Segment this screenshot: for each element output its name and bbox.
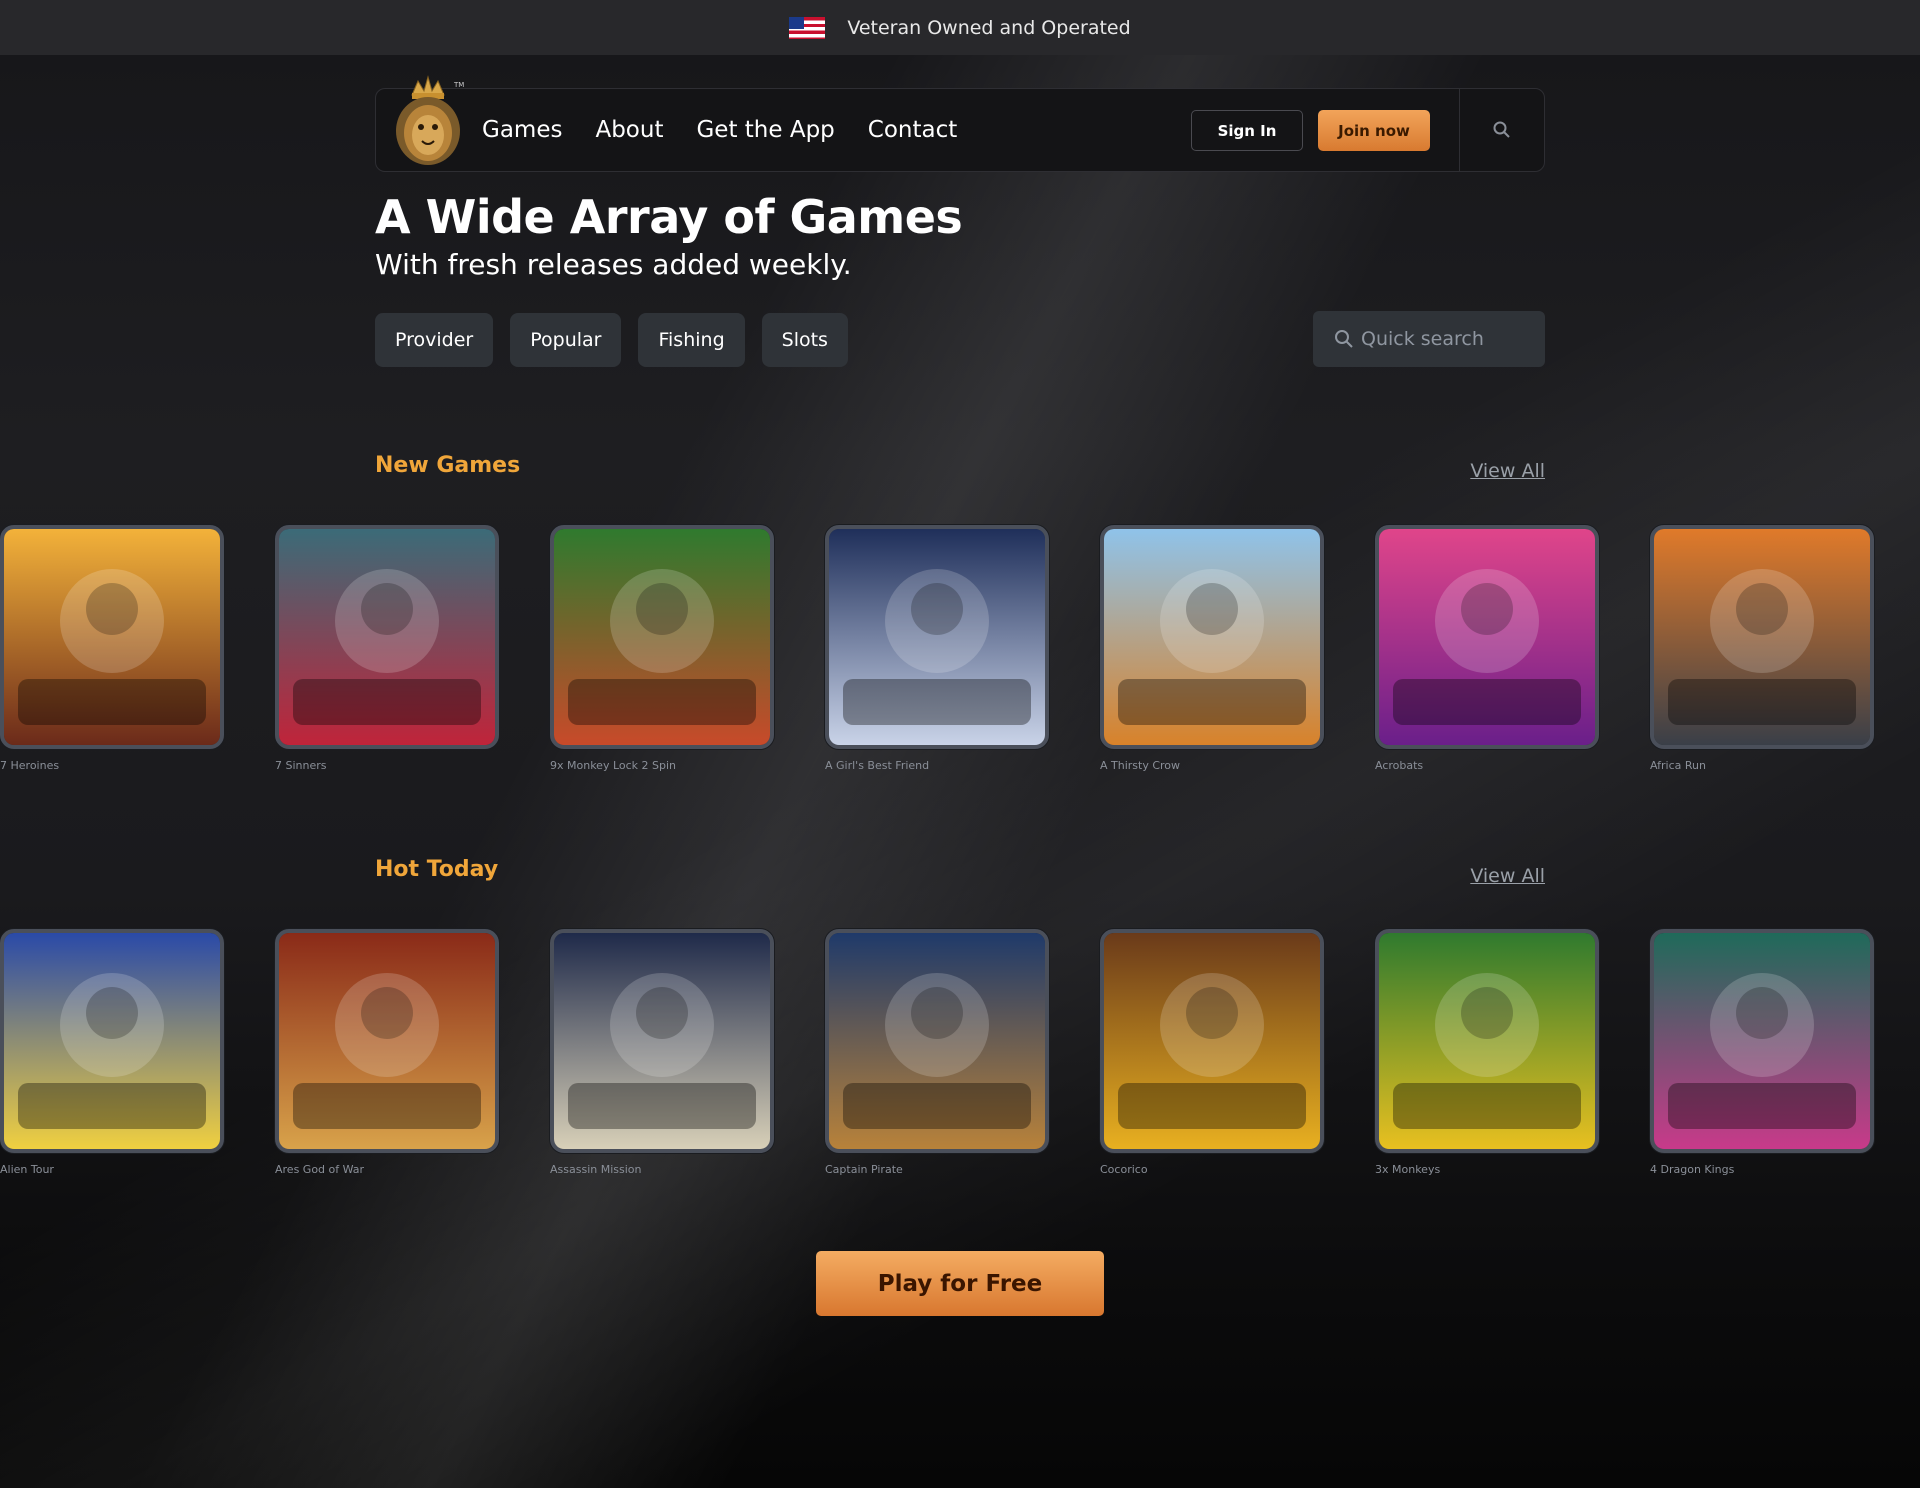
nav-links: Games About Get the App Contact	[482, 117, 957, 143]
filter-slots[interactable]: Slots	[761, 313, 848, 367]
main-nav: TM Games About Get the App Contact Sign …	[375, 75, 1545, 172]
game-thumbnail[interactable]	[1375, 929, 1599, 1153]
game-card[interactable]: A Thirsty Crow	[1100, 525, 1324, 772]
game-card[interactable]: 9x Monkey Lock 2 Spin	[550, 525, 774, 772]
game-title: 3x Monkeys	[1375, 1163, 1441, 1176]
game-title: 9x Monkey Lock 2 Spin	[550, 759, 677, 772]
game-card[interactable]: 7 Heroines	[0, 525, 224, 772]
game-title: Cocorico	[1100, 1163, 1148, 1176]
new-games-title: New Games	[375, 453, 521, 478]
game-thumbnail[interactable]	[1375, 525, 1599, 749]
nav-games[interactable]: Games	[482, 117, 562, 143]
game-thumbnail[interactable]	[1100, 525, 1324, 749]
new-games-row: 7 Heroines 7 Sinners 9x Monkey Lock 2 Spin…	[0, 525, 1920, 775]
lion-crown-logo[interactable]: TM	[388, 75, 468, 171]
game-thumbnail[interactable]	[1650, 929, 1874, 1153]
game-card[interactable]: Africa Run	[1650, 525, 1874, 772]
hot-today-view-all-link[interactable]: View All	[1470, 865, 1545, 887]
quick-search-box	[1313, 311, 1545, 367]
game-thumbnail[interactable]	[0, 525, 224, 749]
sign-in-button[interactable]: Sign In	[1191, 110, 1303, 151]
game-title: Captain Pirate	[825, 1163, 903, 1176]
game-title: 7 Sinners	[275, 759, 327, 772]
new-games-view-all-link[interactable]: View All	[1470, 460, 1545, 482]
quick-search-input[interactable]	[1361, 328, 1541, 350]
page-title: A Wide Array of Games	[375, 190, 963, 244]
join-now-button[interactable]: Join now	[1318, 110, 1430, 151]
game-thumbnail[interactable]	[825, 929, 1049, 1153]
nav-get-the-app[interactable]: Get the App	[696, 117, 834, 143]
banner-text: Veteran Owned and Operated	[847, 16, 1131, 39]
game-card[interactable]: Assassin Mission	[550, 929, 774, 1176]
filter-bar: Provider Popular Fishing Slots	[375, 313, 848, 367]
game-title: Acrobats	[1375, 759, 1424, 772]
game-title: A Girl's Best Friend	[825, 759, 930, 772]
filter-fishing[interactable]: Fishing	[638, 313, 745, 367]
game-title: 4 Dragon Kings	[1650, 1163, 1735, 1176]
filter-popular[interactable]: Popular	[510, 313, 622, 367]
game-card[interactable]: Alien Tour	[0, 929, 224, 1176]
game-thumbnail[interactable]	[0, 929, 224, 1153]
game-thumbnail[interactable]	[275, 929, 499, 1153]
game-thumbnail[interactable]	[550, 525, 774, 749]
nav-contact[interactable]: Contact	[868, 117, 957, 143]
search-icon	[1335, 330, 1353, 348]
game-card[interactable]: Ares God of War	[275, 929, 499, 1176]
filter-provider[interactable]: Provider	[375, 313, 494, 367]
game-title: Africa Run	[1650, 759, 1706, 772]
hot-today-row: Alien Tour Ares God of War Assassin Missio…	[0, 929, 1920, 1179]
game-card[interactable]: Cocorico	[1100, 929, 1324, 1176]
game-title: Alien Tour	[0, 1163, 54, 1176]
search-icon[interactable]	[1491, 119, 1513, 141]
game-title: 7 Heroines	[0, 759, 60, 772]
game-card[interactable]: 3x Monkeys	[1375, 929, 1599, 1176]
top-banner: Veteran Owned and Operated	[0, 0, 1920, 55]
game-thumbnail[interactable]	[550, 929, 774, 1153]
game-title: Assassin Mission	[550, 1163, 642, 1176]
game-thumbnail[interactable]	[825, 525, 1049, 749]
page-subtitle: With fresh releases added weekly.	[375, 248, 852, 281]
game-card[interactable]: 7 Sinners	[275, 525, 499, 772]
game-title: Ares God of War	[275, 1163, 365, 1176]
game-card[interactable]: A Girl's Best Friend	[825, 525, 1049, 772]
play-for-free-button[interactable]: Play for Free	[816, 1251, 1104, 1316]
game-thumbnail[interactable]	[1100, 929, 1324, 1153]
game-card[interactable]: 4 Dragon Kings	[1650, 929, 1874, 1176]
us-flag-icon	[789, 16, 826, 39]
game-thumbnail[interactable]	[1650, 525, 1874, 749]
svg-text:TM: TM	[453, 81, 464, 89]
game-card[interactable]: Captain Pirate	[825, 929, 1049, 1176]
game-card[interactable]: Acrobats	[1375, 525, 1599, 772]
nav-divider	[1459, 89, 1460, 171]
game-title: A Thirsty Crow	[1100, 759, 1181, 772]
game-thumbnail[interactable]	[275, 525, 499, 749]
hot-today-title: Hot Today	[375, 857, 499, 882]
nav-about[interactable]: About	[595, 117, 663, 143]
